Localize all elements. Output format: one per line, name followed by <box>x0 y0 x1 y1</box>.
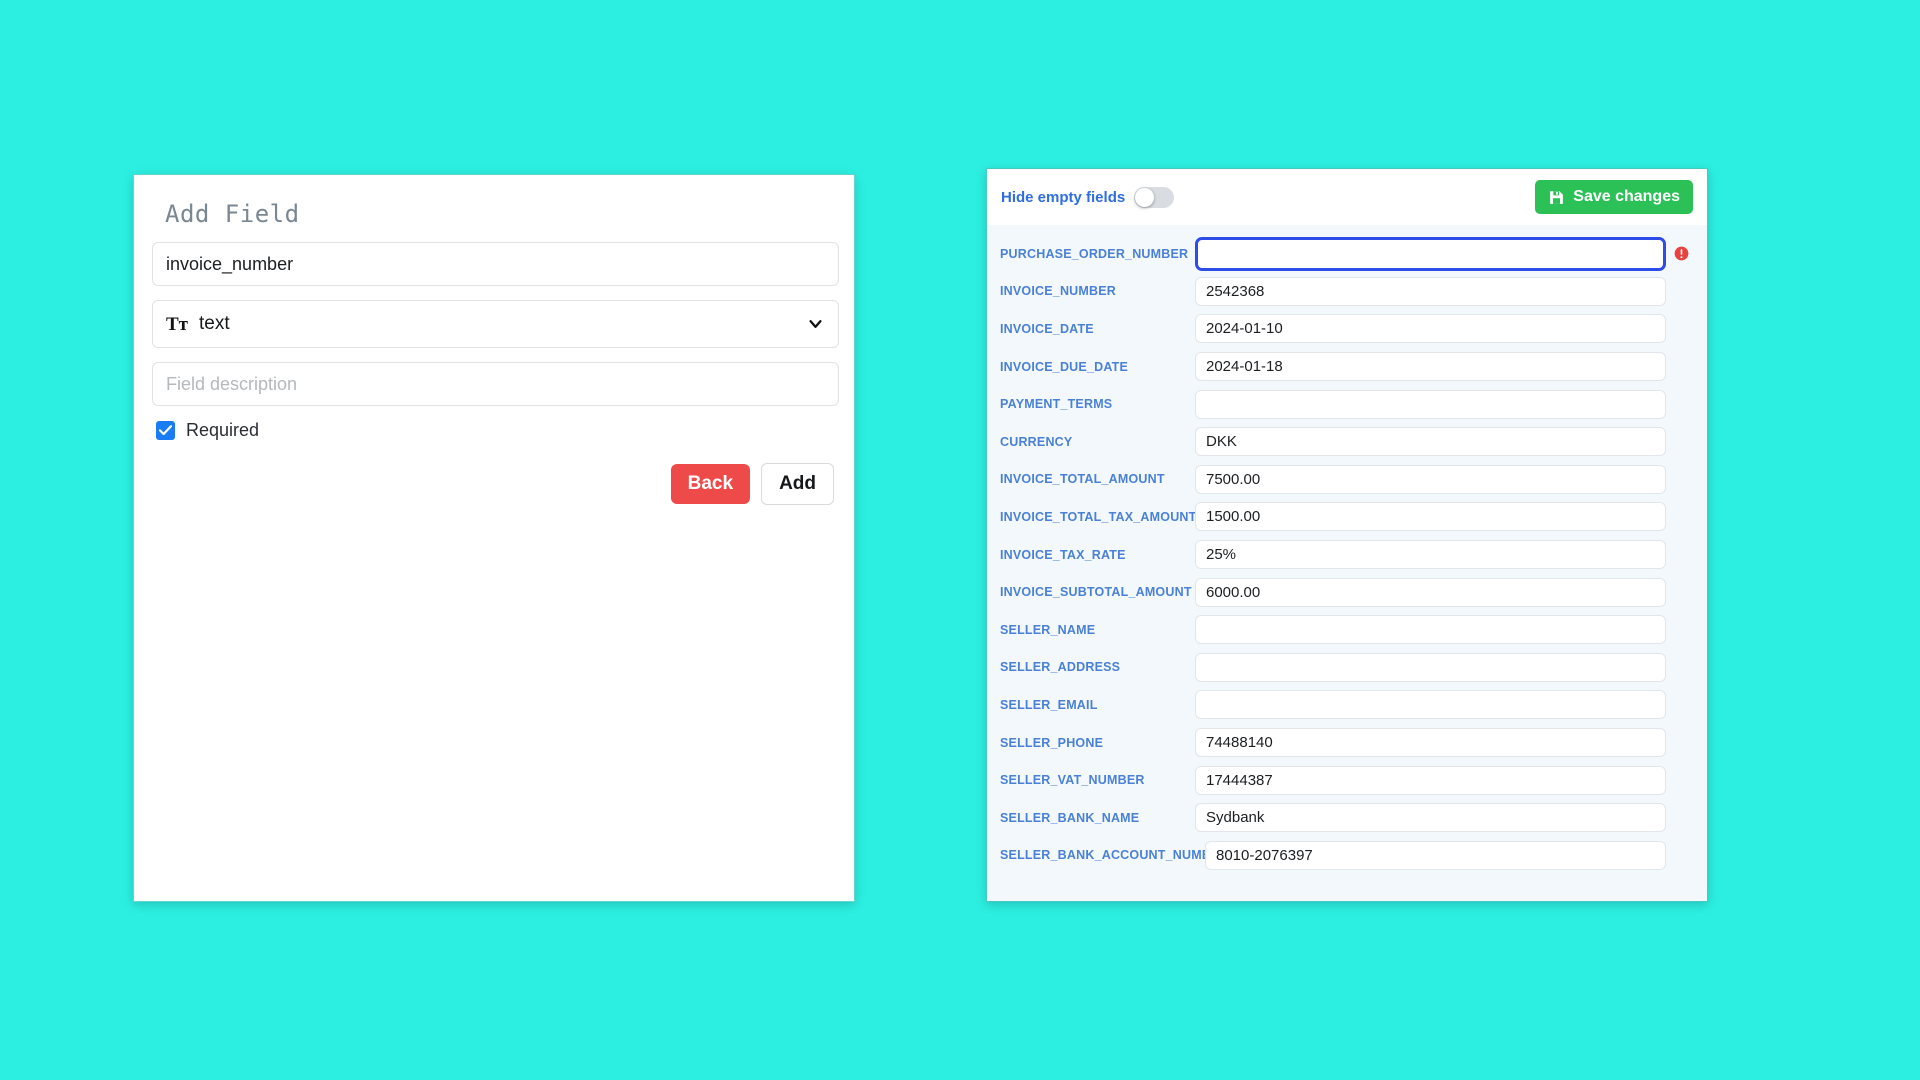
field-label-seller-address: SELLER_ADDRESS <box>1000 660 1121 675</box>
field-name-input[interactable] <box>152 242 839 286</box>
field-label-seller-bank-name: SELLER_BANK_NAME <box>1000 810 1140 825</box>
field-row: PAYMENT_TERMS <box>987 385 1707 423</box>
field-input-seller-email[interactable] <box>1195 690 1666 720</box>
field-label-invoice-total-tax-amount: INVOICE_TOTAL_TAX_AMOUNT <box>1000 509 1197 524</box>
field-row: SELLER_EMAIL <box>987 686 1707 724</box>
field-row: INVOICE_SUBTOTAL_AMOUNT <box>987 573 1707 611</box>
field-label-invoice-date: INVOICE_DATE <box>1000 321 1094 336</box>
field-row: INVOICE_DATE <box>987 310 1707 348</box>
field-row: SELLER_BANK_ACCOUNT_NUMBER <box>987 837 1707 875</box>
toggle-knob <box>1135 187 1155 207</box>
field-label-seller-email: SELLER_EMAIL <box>1000 697 1098 712</box>
field-label-payment-terms: PAYMENT_TERMS <box>1000 397 1113 412</box>
field-input-invoice-number[interactable] <box>1195 276 1666 306</box>
field-label-seller-bank-account-number: SELLER_BANK_ACCOUNT_NUMBER <box>1000 848 1229 863</box>
field-input-invoice-total-tax-amount[interactable] <box>1195 502 1666 532</box>
chevron-down-icon <box>809 320 822 328</box>
field-row: CURRENCY <box>987 423 1707 461</box>
field-label-invoice-due-date: INVOICE_DUE_DATE <box>1000 359 1128 374</box>
field-list: PURCHASE_ORDER_NUMBER INVOICE_NUMBER INVOI… <box>987 225 1707 901</box>
field-row: SELLER_ADDRESS <box>987 649 1707 687</box>
field-row: SELLER_BANK_NAME <box>987 799 1707 837</box>
field-input-currency[interactable] <box>1195 427 1666 457</box>
save-changes-label: Save changes <box>1573 188 1680 205</box>
field-row: SELLER_PHONE <box>987 724 1707 762</box>
field-input-invoice-total-amount[interactable] <box>1195 464 1666 494</box>
field-label-invoice-total-amount: INVOICE_TOTAL_AMOUNT <box>1000 472 1165 487</box>
screen: Add Field Tᴛ text Required Back Add H <box>0 0 1920 1080</box>
field-row: INVOICE_TOTAL_TAX_AMOUNT <box>987 498 1707 536</box>
field-label-invoice-tax-rate: INVOICE_TAX_RATE <box>1000 547 1126 562</box>
check-icon <box>159 425 172 436</box>
field-input-payment-terms[interactable] <box>1195 389 1666 419</box>
field-row: PURCHASE_ORDER_NUMBER <box>987 235 1707 273</box>
field-input-seller-phone[interactable] <box>1195 728 1666 758</box>
field-input-invoice-due-date[interactable] <box>1195 352 1666 382</box>
field-row: INVOICE_NUMBER <box>987 273 1707 311</box>
field-input-invoice-subtotal-amount[interactable] <box>1195 577 1666 607</box>
field-row: SELLER_VAT_NUMBER <box>987 761 1707 799</box>
add-button[interactable]: Add <box>761 463 834 505</box>
field-label-currency: CURRENCY <box>1000 434 1073 449</box>
field-row: INVOICE_TOTAL_AMOUNT <box>987 461 1707 499</box>
action-buttons: Back Add <box>152 463 836 505</box>
text-format-icon: Tᴛ <box>166 313 189 335</box>
field-type-value: text <box>199 313 230 334</box>
editor-toolbar: Hide empty fields Save changes <box>987 169 1707 225</box>
invoice-field-editor-panel: Hide empty fields Save changes PURCHASE_… <box>986 168 1708 902</box>
field-input-seller-name[interactable] <box>1195 615 1666 645</box>
floppy-disk-icon <box>1550 190 1564 204</box>
field-row: SELLER_NAME <box>987 611 1707 649</box>
field-label-seller-phone: SELLER_PHONE <box>1000 735 1104 750</box>
required-row[interactable]: Required <box>156 420 836 441</box>
hide-empty-fields-label: Hide empty fields <box>1001 188 1126 206</box>
field-input-seller-bank-account-number[interactable] <box>1205 840 1666 870</box>
field-row: INVOICE_DUE_DATE <box>987 348 1707 386</box>
page-title: Add Field <box>165 200 300 228</box>
field-input-seller-address[interactable] <box>1195 652 1666 682</box>
field-label-purchase-order-number: PURCHASE_ORDER_NUMBER <box>1000 246 1189 261</box>
add-field-panel: Add Field Tᴛ text Required Back Add <box>133 174 855 902</box>
required-label: Required <box>186 420 260 440</box>
field-description-input[interactable] <box>152 362 839 406</box>
hide-empty-fields-toggle[interactable] <box>1134 186 1175 208</box>
back-button[interactable]: Back <box>670 464 751 504</box>
field-input-invoice-tax-rate[interactable] <box>1195 540 1666 570</box>
required-checkbox[interactable] <box>156 421 175 440</box>
save-changes-button[interactable]: Save changes <box>1535 180 1693 214</box>
field-label-invoice-number: INVOICE_NUMBER <box>1000 284 1117 299</box>
field-input-invoice-date[interactable] <box>1195 314 1666 344</box>
field-label-invoice-subtotal-amount: INVOICE_SUBTOTAL_AMOUNT <box>1000 585 1192 600</box>
field-label-seller-name: SELLER_NAME <box>1000 622 1096 637</box>
field-input-seller-bank-name[interactable] <box>1195 803 1666 833</box>
field-input-seller-vat-number[interactable] <box>1195 765 1666 795</box>
error-icon <box>1674 246 1689 261</box>
field-label-seller-vat-number: SELLER_VAT_NUMBER <box>1000 773 1145 788</box>
field-row: INVOICE_TAX_RATE <box>987 536 1707 574</box>
field-input-purchase-order-number[interactable] <box>1195 236 1666 271</box>
field-type-select[interactable]: Tᴛ text <box>152 300 839 348</box>
